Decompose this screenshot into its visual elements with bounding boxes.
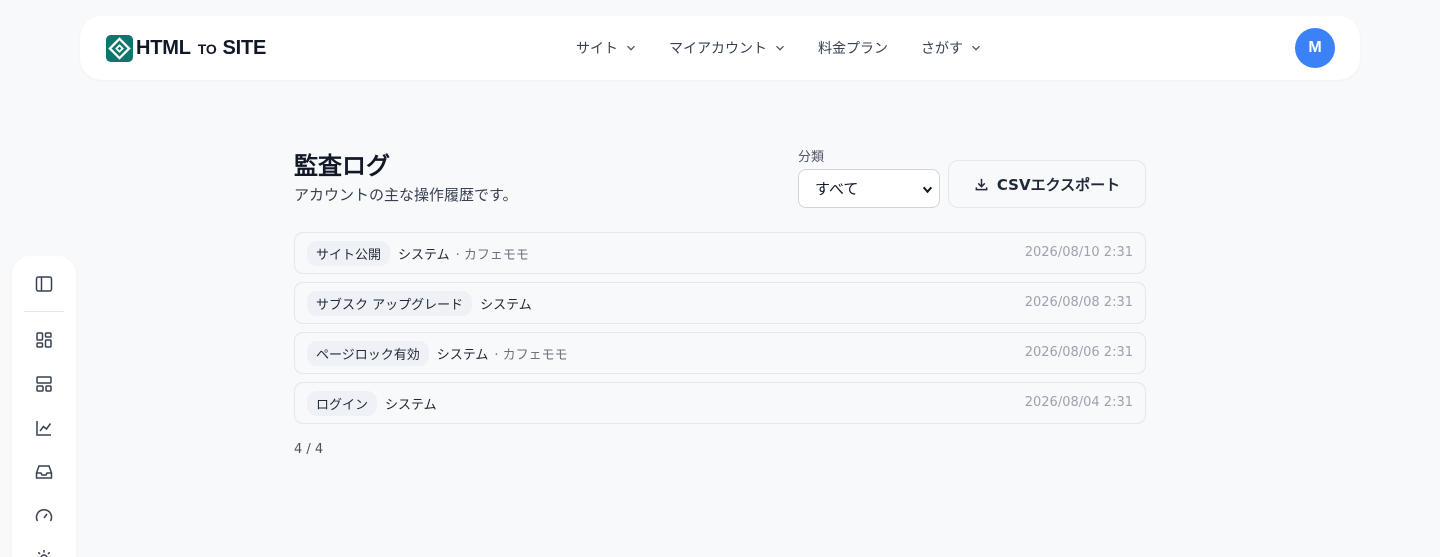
nav-item-sites[interactable]: サイト — [576, 38, 636, 58]
logo-word-to: TO — [197, 40, 217, 57]
timestamp: 2026/08/06 2:31 — [1024, 345, 1133, 360]
sidebar-toggle-icon — [35, 276, 53, 292]
rail-layout-button[interactable] — [32, 372, 56, 396]
chevron-down-icon — [922, 186, 933, 194]
timestamp: 2026/08/04 2:31 — [1024, 395, 1133, 410]
action-badge: ページロック有効 — [307, 340, 429, 366]
actor-label: システム — [436, 347, 489, 363]
action-badge: サイト公開 — [307, 240, 391, 266]
chart-icon — [36, 421, 52, 436]
target-label: · カフェモモ — [494, 347, 568, 363]
audit-log-list: サイト公開 システム · カフェモモ 2026/08/10 2:31 サブスク … — [294, 232, 1146, 432]
rail-analytics-button[interactable] — [32, 416, 56, 440]
list-item[interactable]: ページロック有効 システム · カフェモモ 2026/08/06 2:31 — [294, 332, 1146, 374]
nav-item-label: マイアカウント — [669, 41, 767, 57]
nav-item-label: サイト — [576, 41, 618, 57]
target-label: · カフェモモ — [455, 247, 529, 263]
actor-label: システム — [398, 247, 450, 263]
download-icon — [975, 178, 988, 190]
action-badge: ログイン — [307, 390, 378, 416]
nav-item-pricing[interactable]: 料金プラン — [818, 38, 888, 58]
main-nav: サイト マイアカウント 料金プラン さがす — [576, 16, 981, 80]
page-title: 監査ログ — [294, 152, 390, 180]
nav-item-label: 料金プラン — [818, 41, 888, 57]
rail-settings-button[interactable] — [32, 546, 56, 557]
category-select[interactable]: すべて — [798, 169, 940, 208]
logo-text: HTML TO SITE — [136, 37, 266, 60]
gauge-icon — [35, 509, 53, 522]
rail-divider — [24, 311, 64, 312]
top-navbar: HTML TO SITE サイト マイアカウント 料金プラン さがす M — [80, 16, 1360, 80]
result-count: 4 / 4 — [294, 442, 324, 457]
sidebar-toggle-button[interactable] — [32, 272, 56, 296]
settings-icon — [37, 550, 51, 557]
category-select-value: すべて — [815, 180, 859, 198]
rail-performance-button[interactable] — [32, 504, 56, 528]
logo-word-html: HTML — [136, 36, 191, 59]
list-item[interactable]: ログイン システム 2026/08/04 2:31 — [294, 382, 1146, 424]
filter-label: 分類 — [798, 150, 825, 165]
logo-word-site: SITE — [222, 36, 267, 59]
timestamp: 2026/08/08 2:31 — [1024, 295, 1133, 310]
list-item[interactable]: サブスク アップグレード システム 2026/08/08 2:31 — [294, 282, 1146, 324]
logo-icon — [106, 34, 133, 62]
nav-item-my-account[interactable]: マイアカウント — [669, 38, 785, 58]
side-rail — [12, 256, 76, 557]
chevron-down-icon — [627, 45, 635, 51]
nav-item-search[interactable]: さがす — [921, 38, 981, 58]
csv-export-label: CSVエクスポート — [996, 175, 1121, 194]
chevron-down-icon — [776, 45, 784, 51]
chevron-down-icon — [972, 45, 980, 51]
inbox-icon — [35, 465, 53, 479]
dashboard-icon — [36, 332, 52, 348]
site-logo[interactable]: HTML TO SITE — [106, 34, 266, 62]
timestamp: 2026/08/10 2:31 — [1024, 245, 1133, 260]
action-badge: サブスク アップグレード — [307, 290, 473, 316]
page-subtitle: アカウントの主な操作履歴です。 — [294, 186, 518, 204]
list-item[interactable]: サイト公開 システム · カフェモモ 2026/08/10 2:31 — [294, 232, 1146, 274]
layout-icon — [36, 376, 52, 392]
csv-export-button[interactable]: CSVエクスポート — [948, 160, 1146, 208]
actor-label: システム — [385, 397, 437, 413]
user-avatar[interactable]: M — [1295, 28, 1335, 68]
rail-inbox-button[interactable] — [32, 460, 56, 484]
actor-label: システム — [480, 297, 532, 313]
rail-dashboard-button[interactable] — [32, 328, 56, 352]
nav-item-label: さがす — [921, 41, 963, 57]
